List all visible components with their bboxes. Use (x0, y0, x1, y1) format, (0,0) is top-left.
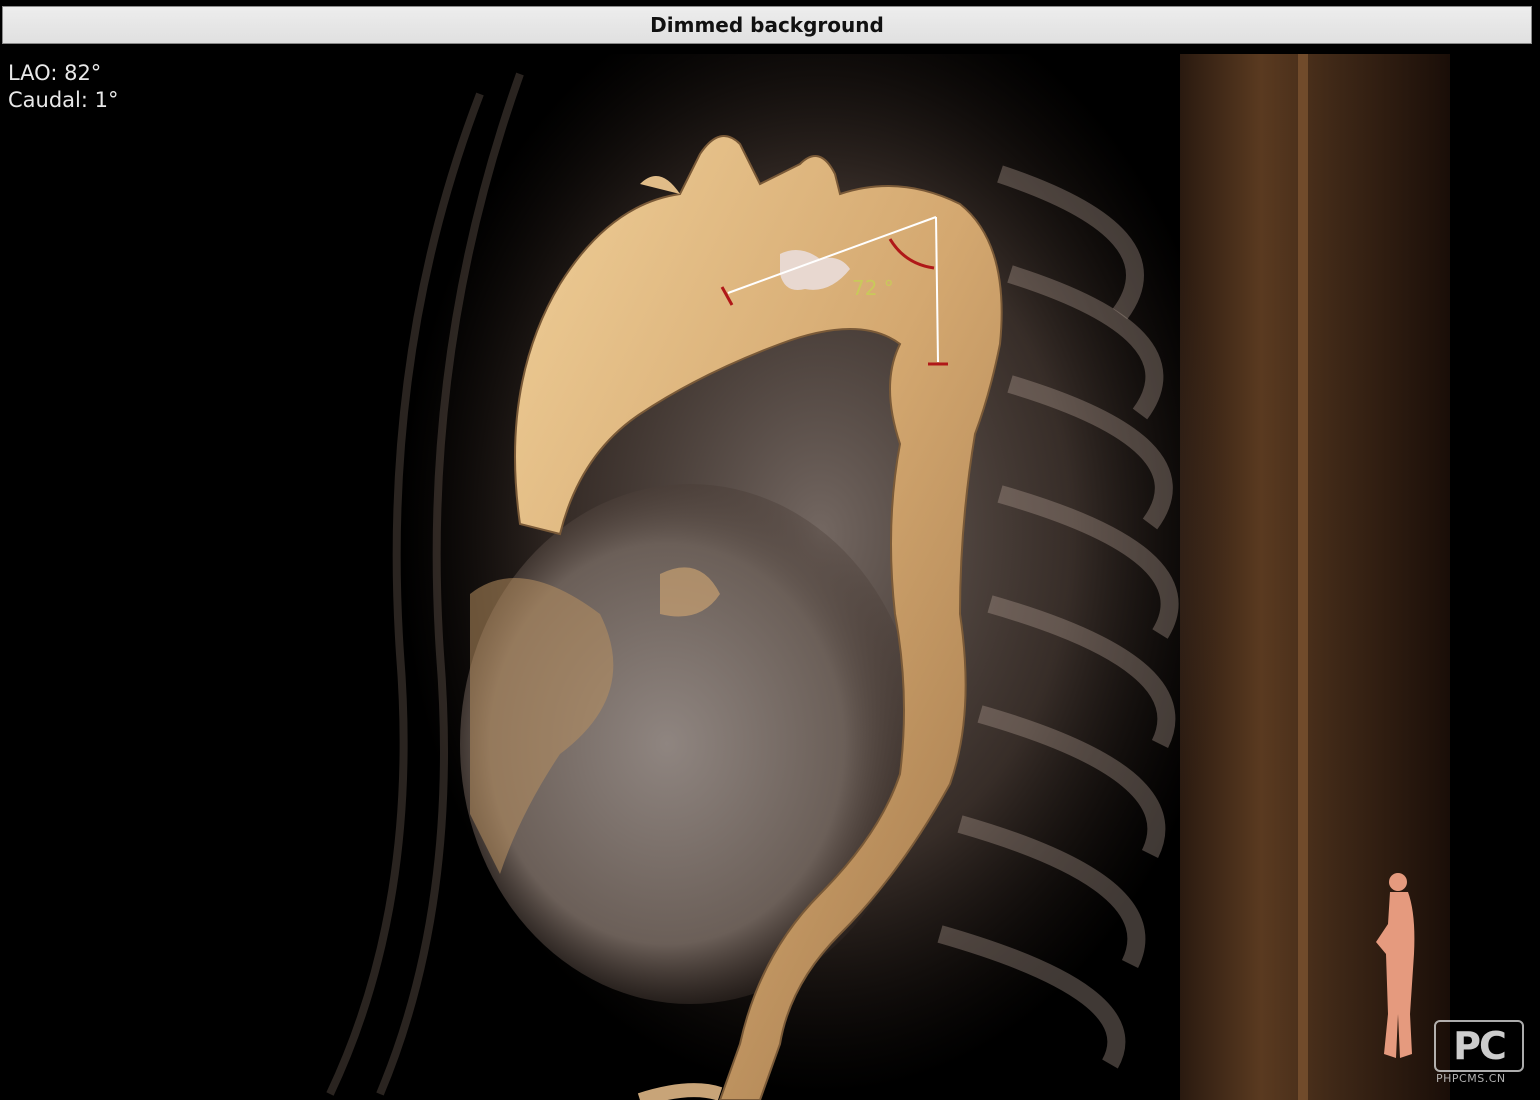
volume-render-viewport[interactable]: LAO: 82° Caudal: 1° 72 ° PC PHPCMS.CN (0, 54, 1540, 1100)
window-title-bar: Dimmed background (2, 6, 1532, 44)
caudal-angle: Caudal: 1° (8, 88, 119, 112)
watermark-text: PHPCMS.CN (1436, 1072, 1506, 1085)
celiac-branch (637, 1083, 723, 1100)
table-edge (1298, 54, 1308, 1100)
window-title: Dimmed background (650, 13, 884, 37)
lao-angle: LAO: 82° (8, 61, 102, 85)
orientation-readout: LAO: 82° Caudal: 1° (8, 60, 119, 114)
watermark: PC PHPCMS.CN (1434, 1020, 1524, 1090)
angle-value-label: 72 ° (852, 276, 894, 300)
watermark-logo: PC (1434, 1020, 1524, 1072)
volume-render-image (326, 54, 1450, 1100)
